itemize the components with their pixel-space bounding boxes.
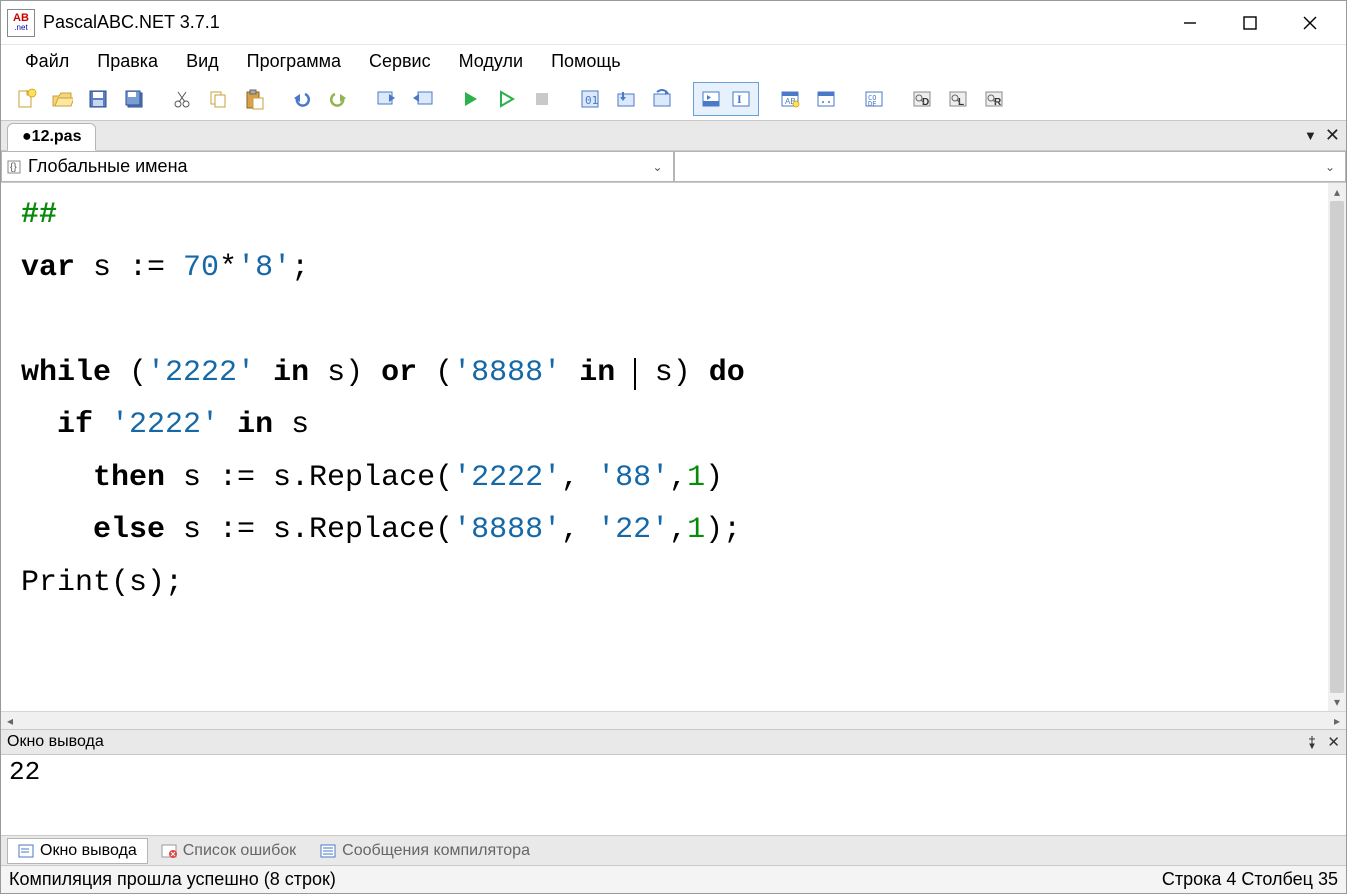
scroll-left-icon[interactable]: ◂ bbox=[1, 713, 19, 729]
toolbar: 01 I AB CODE D L R bbox=[1, 77, 1346, 121]
scope-row: {} Глобальные имена ⌄ ⌄ bbox=[1, 151, 1346, 183]
cut-icon[interactable] bbox=[165, 82, 199, 116]
errors-tab-icon bbox=[161, 843, 177, 859]
pin-icon[interactable] bbox=[1305, 735, 1319, 749]
run-icon[interactable] bbox=[453, 82, 487, 116]
status-left: Компиляция прошла успешно (8 строк) bbox=[9, 869, 336, 890]
bottom-tab-output[interactable]: Окно вывода bbox=[7, 838, 148, 864]
menu-file[interactable]: Файл bbox=[11, 47, 83, 76]
bottom-tab-messages[interactable]: Сообщения компилятора bbox=[309, 838, 541, 864]
redo-icon[interactable] bbox=[321, 82, 355, 116]
save-icon[interactable] bbox=[81, 82, 115, 116]
bottom-tab-label: Список ошибок bbox=[183, 842, 296, 860]
scroll-right-icon[interactable]: ▸ bbox=[1328, 713, 1346, 729]
svg-text:DE: DE bbox=[868, 100, 876, 108]
window-title: PascalABC.NET 3.7.1 bbox=[43, 12, 220, 33]
run-no-debug-icon[interactable] bbox=[489, 82, 523, 116]
bottom-tabs: Окно вывода Список ошибок Сообщения комп… bbox=[1, 835, 1346, 865]
vertical-scrollbar[interactable]: ▴ ▾ bbox=[1328, 183, 1346, 711]
form-designer-icon[interactable] bbox=[809, 82, 843, 116]
watch-r-icon[interactable]: R bbox=[977, 82, 1011, 116]
status-bar: Компиляция прошла успешно (8 строк) Стро… bbox=[1, 865, 1346, 893]
svg-text:{}: {} bbox=[10, 162, 17, 173]
output-tab-icon bbox=[18, 843, 34, 859]
messages-tab-icon bbox=[320, 843, 336, 859]
menu-help[interactable]: Помощь bbox=[537, 47, 635, 76]
chevron-down-icon: ⌄ bbox=[1319, 160, 1341, 174]
nav-back-icon[interactable] bbox=[369, 82, 403, 116]
undo-icon[interactable] bbox=[285, 82, 319, 116]
editor-area: ## var s := 70*'8'; while ('2222' in s) … bbox=[1, 183, 1346, 729]
toggle-output-icon[interactable] bbox=[696, 84, 726, 114]
stop-icon[interactable] bbox=[525, 82, 559, 116]
file-tab[interactable]: ●12.pas bbox=[7, 123, 96, 151]
bottom-tab-label: Окно вывода bbox=[40, 842, 137, 860]
minimize-button[interactable] bbox=[1160, 3, 1220, 43]
title-bar: AB.net PascalABC.NET 3.7.1 bbox=[1, 1, 1346, 45]
tab-close-icon[interactable]: ✕ bbox=[1325, 125, 1340, 146]
step-over-icon[interactable] bbox=[645, 82, 679, 116]
text-cursor bbox=[634, 358, 636, 390]
window-controls bbox=[1160, 3, 1340, 43]
scroll-down-icon[interactable]: ▾ bbox=[1328, 693, 1346, 711]
app-icon: AB.net bbox=[7, 9, 35, 37]
menu-program[interactable]: Программа bbox=[233, 47, 355, 76]
tab-strip: ●12.pas ▼ ✕ bbox=[1, 121, 1346, 151]
tab-dropdown-icon[interactable]: ▼ bbox=[1304, 128, 1317, 143]
watch-d-icon[interactable]: D bbox=[905, 82, 939, 116]
copy-icon[interactable] bbox=[201, 82, 235, 116]
save-all-icon[interactable] bbox=[117, 82, 151, 116]
compile-icon[interactable]: 01 bbox=[573, 82, 607, 116]
output-panel-header: Окно вывода ✕ bbox=[1, 729, 1346, 755]
output-panel[interactable]: 22 bbox=[1, 755, 1346, 835]
chevron-down-icon: ⌄ bbox=[646, 160, 668, 174]
step-into-icon[interactable] bbox=[609, 82, 643, 116]
new-form-icon[interactable]: AB bbox=[773, 82, 807, 116]
view-toggle-group: I bbox=[693, 82, 759, 116]
svg-text:01: 01 bbox=[585, 94, 598, 107]
scope-dropdown[interactable]: {} Глобальные имена ⌄ bbox=[1, 151, 674, 182]
svg-text:I: I bbox=[737, 92, 742, 106]
scroll-up-icon[interactable]: ▴ bbox=[1328, 183, 1346, 201]
new-file-icon[interactable] bbox=[9, 82, 43, 116]
bottom-tab-errors[interactable]: Список ошибок bbox=[150, 838, 307, 864]
menu-view[interactable]: Вид bbox=[172, 47, 233, 76]
menu-service[interactable]: Сервис bbox=[355, 47, 445, 76]
maximize-button[interactable] bbox=[1220, 3, 1280, 43]
scope-label: Глобальные имена bbox=[28, 156, 188, 177]
menu-modules[interactable]: Модули bbox=[445, 47, 537, 76]
open-file-icon[interactable] bbox=[45, 82, 79, 116]
status-right: Строка 4 Столбец 35 bbox=[1162, 869, 1338, 890]
horizontal-scrollbar[interactable]: ◂ ▸ bbox=[1, 711, 1346, 729]
code-icon[interactable]: CODE bbox=[857, 82, 891, 116]
output-panel-title: Окно вывода bbox=[7, 733, 104, 751]
member-dropdown[interactable]: ⌄ bbox=[674, 151, 1347, 182]
toggle-immediate-icon[interactable]: I bbox=[726, 84, 756, 114]
bottom-tab-label: Сообщения компилятора bbox=[342, 842, 530, 860]
menu-bar: Файл Правка Вид Программа Сервис Модули … bbox=[1, 45, 1346, 77]
menu-edit[interactable]: Правка bbox=[83, 47, 172, 76]
scope-icon: {} bbox=[6, 158, 24, 176]
file-tab-label: ●12.pas bbox=[22, 128, 81, 146]
close-panel-icon[interactable]: ✕ bbox=[1327, 733, 1340, 751]
nav-forward-icon[interactable] bbox=[405, 82, 439, 116]
close-button[interactable] bbox=[1280, 3, 1340, 43]
scroll-thumb[interactable] bbox=[1330, 201, 1344, 693]
code-editor[interactable]: ## var s := 70*'8'; while ('2222' in s) … bbox=[1, 183, 1346, 711]
watch-l-icon[interactable]: L bbox=[941, 82, 975, 116]
paste-icon[interactable] bbox=[237, 82, 271, 116]
output-text: 22 bbox=[9, 757, 40, 787]
